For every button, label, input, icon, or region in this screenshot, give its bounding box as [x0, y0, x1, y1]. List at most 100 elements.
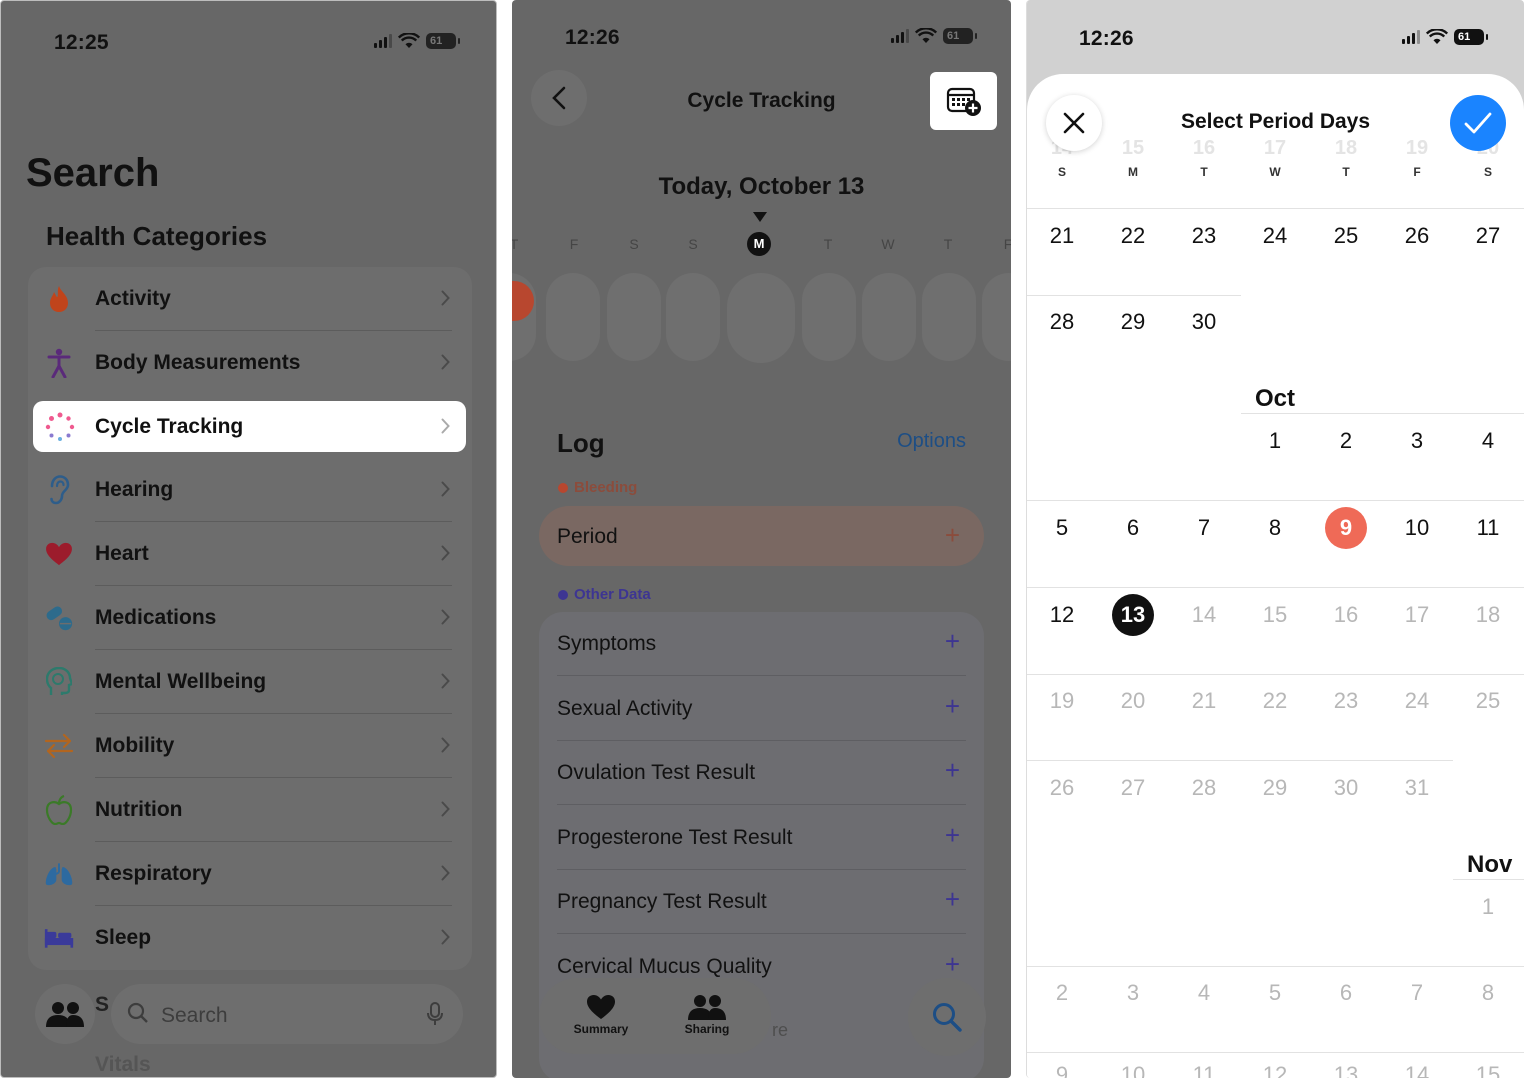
- add-icon[interactable]: +: [945, 755, 960, 786]
- calendar-day[interactable]: 21: [1040, 216, 1084, 256]
- calendar-day[interactable]: 25: [1324, 216, 1368, 256]
- add-period-icon[interactable]: +: [945, 520, 960, 551]
- calendar-day[interactable]: 26: [1040, 768, 1084, 808]
- weekday-label[interactable]: F: [564, 236, 584, 252]
- add-icon[interactable]: +: [945, 820, 960, 851]
- calendar-day[interactable]: 31: [1395, 768, 1439, 808]
- weekday-today[interactable]: M: [747, 232, 771, 256]
- calendar-day[interactable]: 7: [1182, 508, 1226, 548]
- calendar-day[interactable]: 10: [1111, 1055, 1155, 1078]
- day-pill[interactable]: [546, 273, 600, 361]
- category-mobility[interactable]: Mobility: [28, 714, 472, 778]
- calendar-day[interactable]: 8: [1466, 973, 1510, 1013]
- day-pill[interactable]: [862, 273, 916, 361]
- calendar-day[interactable]: 27: [1466, 216, 1510, 256]
- day-pill[interactable]: [666, 273, 720, 361]
- sharing-button[interactable]: [35, 984, 95, 1044]
- calendar-day[interactable]: 26: [1395, 216, 1439, 256]
- options-link[interactable]: Options: [897, 430, 966, 453]
- calendar-day[interactable]: 3: [1395, 421, 1439, 461]
- day-pill[interactable]: [727, 273, 795, 363]
- calendar-day[interactable]: 21: [1182, 681, 1226, 721]
- category-body-measurements[interactable]: Body Measurements: [28, 331, 472, 395]
- calendar-day[interactable]: 25: [1466, 681, 1510, 721]
- add-icon[interactable]: +: [945, 626, 960, 657]
- calendar-day[interactable]: 12: [1040, 595, 1084, 635]
- category-respiratory[interactable]: Respiratory: [28, 842, 472, 906]
- calendar-day[interactable]: 23: [1324, 681, 1368, 721]
- tab-sharing[interactable]: Sharing: [662, 992, 752, 1036]
- calendar-day[interactable]: 9: [1040, 1055, 1084, 1078]
- weekday-label[interactable]: S: [624, 236, 644, 252]
- calendar-day[interactable]: 29: [1253, 768, 1297, 808]
- tab-summary[interactable]: Summary: [556, 992, 646, 1036]
- calendar-day[interactable]: 12: [1253, 1055, 1297, 1078]
- calendar-day[interactable]: 18: [1466, 595, 1510, 635]
- search-button[interactable]: [908, 978, 986, 1056]
- log-row-symptoms[interactable]: Symptoms +: [539, 612, 984, 676]
- calendar-day[interactable]: 13: [1324, 1055, 1368, 1078]
- calendar-day[interactable]: 24: [1253, 216, 1297, 256]
- weekday-label[interactable]: T: [512, 236, 524, 252]
- log-row-sexual-activity[interactable]: Sexual Activity +: [539, 677, 984, 741]
- calendar-day[interactable]: 2: [1324, 421, 1368, 461]
- calendar-day[interactable]: 30: [1182, 302, 1226, 342]
- search-field[interactable]: Search: [111, 984, 463, 1044]
- calendar-day-today[interactable]: 13: [1112, 594, 1154, 636]
- weekday-label[interactable]: S: [683, 236, 703, 252]
- category-medications[interactable]: Medications: [28, 586, 472, 650]
- calendar-day[interactable]: 10: [1395, 508, 1439, 548]
- weekday-label[interactable]: T: [818, 236, 838, 252]
- calendar-day[interactable]: 3: [1111, 973, 1155, 1013]
- calendar-day[interactable]: 7: [1395, 973, 1439, 1013]
- log-row-pregnancy-test-result[interactable]: Pregnancy Test Result +: [539, 870, 984, 934]
- calendar-day[interactable]: 4: [1466, 421, 1510, 461]
- log-row-ovulation-test-result[interactable]: Ovulation Test Result +: [539, 741, 984, 805]
- calendar-day[interactable]: 14: [1395, 1055, 1439, 1078]
- weekday-label[interactable]: W: [878, 236, 898, 252]
- calendar-day[interactable]: 4: [1182, 973, 1226, 1013]
- day-pill[interactable]: [607, 273, 661, 361]
- done-button[interactable]: [1450, 95, 1506, 151]
- calendar-day[interactable]: 11: [1466, 508, 1510, 548]
- microphone-icon[interactable]: [427, 1002, 443, 1026]
- calendar-day[interactable]: 24: [1395, 681, 1439, 721]
- category-cycle-tracking[interactable]: Cycle Tracking: [33, 401, 466, 452]
- category-sleep[interactable]: Sleep: [28, 906, 472, 970]
- calendar-day[interactable]: 5: [1253, 973, 1297, 1013]
- category-hearing[interactable]: Hearing: [28, 458, 472, 522]
- calendar-day[interactable]: 14: [1182, 595, 1226, 635]
- calendar-day[interactable]: 17: [1395, 595, 1439, 635]
- weekday-label[interactable]: F: [998, 236, 1011, 252]
- add-icon[interactable]: +: [945, 949, 960, 980]
- calendar-day[interactable]: 6: [1111, 508, 1155, 548]
- add-icon[interactable]: +: [945, 884, 960, 915]
- calendar-day[interactable]: 30: [1324, 768, 1368, 808]
- calendar-day[interactable]: 2: [1040, 973, 1084, 1013]
- calendar-day[interactable]: 11: [1182, 1055, 1226, 1078]
- calendar-day[interactable]: 20: [1111, 681, 1155, 721]
- category-nutrition[interactable]: Nutrition: [28, 778, 472, 842]
- calendar-day[interactable]: 8: [1253, 508, 1297, 548]
- day-pill[interactable]: [922, 273, 976, 361]
- log-row-progesterone-test-result[interactable]: Progesterone Test Result +: [539, 806, 984, 870]
- calendar-day[interactable]: 6: [1324, 973, 1368, 1013]
- calendar-day[interactable]: 16: [1324, 595, 1368, 635]
- calendar-day[interactable]: 5: [1040, 508, 1084, 548]
- calendar-day[interactable]: 28: [1182, 768, 1226, 808]
- category-activity[interactable]: Activity: [28, 267, 472, 331]
- calendar-day[interactable]: 23: [1182, 216, 1226, 256]
- weekday-label[interactable]: T: [938, 236, 958, 252]
- calendar-day[interactable]: 28: [1040, 302, 1084, 342]
- calendar-day[interactable]: 1: [1253, 421, 1297, 461]
- day-pill[interactable]: [982, 273, 1011, 361]
- category-heart[interactable]: Heart: [28, 522, 472, 586]
- calendar-day[interactable]: 22: [1111, 216, 1155, 256]
- category-mental-wellbeing[interactable]: Mental Wellbeing: [28, 650, 472, 714]
- calendar-day-selected[interactable]: 9: [1325, 507, 1367, 549]
- calendar-day[interactable]: 22: [1253, 681, 1297, 721]
- calendar-day[interactable]: 19: [1040, 681, 1084, 721]
- add-icon[interactable]: +: [945, 691, 960, 722]
- calendar-day[interactable]: 1: [1466, 887, 1510, 927]
- add-period-calendar-button[interactable]: [930, 72, 997, 130]
